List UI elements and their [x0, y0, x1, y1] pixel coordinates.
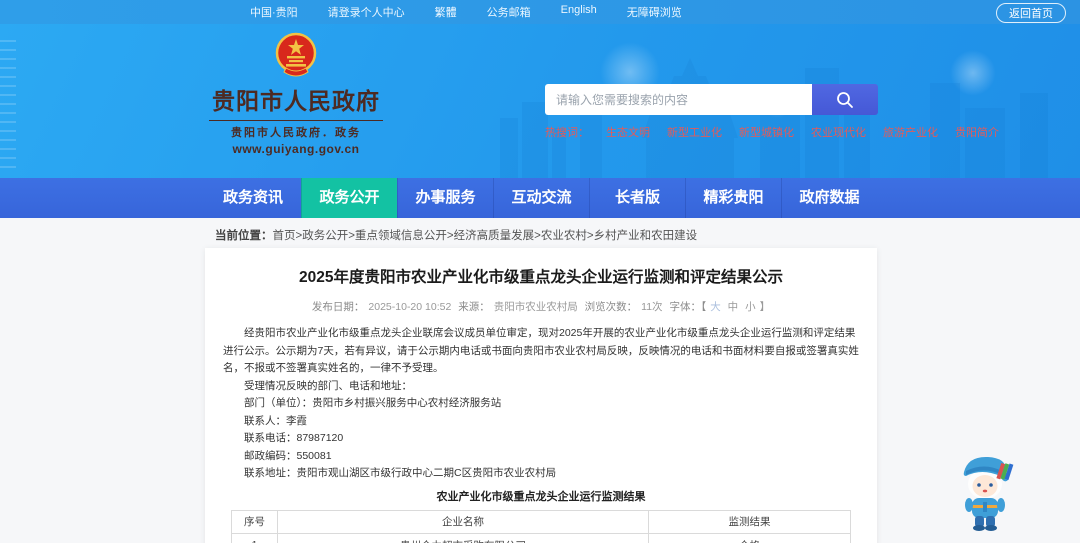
article-paragraph: 部门（单位）：贵阳市乡村振兴服务中心农村经济服务站	[244, 397, 502, 409]
nav-tab-5[interactable]: 长者版	[589, 178, 685, 218]
hot-search-word[interactable]: 新型城镇化	[739, 124, 794, 140]
publish-date-label: 发布日期：	[311, 301, 365, 313]
site-logo[interactable]: 贵阳市人民政府 贵阳市人民政府．政务 www.guiyang.gov.cn	[205, 32, 387, 156]
site-title: 贵阳市人民政府	[212, 88, 380, 114]
breadcrumb[interactable]: 当前位置：首页>政务公开>重点领域信息公开>经济高质量发展>农业农村>乡村产业和…	[215, 227, 697, 243]
topbar-link[interactable]: 请登录个人中心	[328, 4, 405, 20]
nav-tab-3[interactable]: 办事服务	[397, 178, 493, 218]
article-paragraph: 联系地址：贵阳市观山湖区市级行政中心二期C区贵阳市农业农村局	[244, 467, 557, 479]
main-nav-items: 政务资讯 政务公开 办事服务 互动交流 长者版 精彩贵阳 政府数据	[205, 178, 877, 218]
topbar-link[interactable]: 无障碍浏览	[627, 4, 682, 20]
table-cell: 贵州合力超市采购有限公司	[277, 532, 649, 543]
result-table-title: 农业产业化市级重点龙头企业运行监测结果	[436, 490, 646, 503]
mascot-icon	[963, 456, 1014, 531]
topbar-link[interactable]: 中国·贵阳	[250, 4, 298, 20]
article-card: 2025年度贵阳市农业产业化市级重点龙头企业运行监测和评定结果公示 发布日期： 2…	[205, 248, 877, 543]
article-paragraph: 联系人：李霞	[244, 414, 307, 427]
source-label: 来源：	[458, 301, 490, 313]
article-meta: 发布日期： 2025-10-20 10:52 来源： 贵阳市农业农村局 浏览次数： 1…	[219, 299, 863, 314]
logo-divider	[209, 120, 383, 121]
nav-tab-4[interactable]: 互动交流	[493, 178, 589, 218]
source-value: 贵阳市农业农村局	[493, 301, 578, 313]
topbar-links: 中国·贵阳 请登录个人中心 繁體 公务邮箱 English 无障碍浏览	[250, 4, 682, 20]
breadcrumb-path[interactable]: 首页>政务公开>重点领域信息公开>经济高质量发展>农业农村>乡村产业和农田建设	[273, 230, 698, 242]
hot-search-label: 热搜词：	[545, 127, 589, 139]
breadcrumb-label: 当前位置：	[215, 230, 273, 242]
hot-search-words: 生态文明 新型工业化 新型城镇化 农业现代化 旅游产业化 贵阳简介	[606, 124, 999, 140]
article-paragraph: 联系电话：87987120	[244, 432, 344, 444]
national-emblem-icon	[275, 32, 317, 77]
search-area: 热搜词： 生态文明 新型工业化 新型城镇化 农业现代化 旅游产业化 贵阳简介	[545, 84, 999, 140]
page: 中国·贵阳 请登录个人中心 繁體 公务邮箱 English 无障碍浏览 返回首页	[0, 0, 1080, 543]
views-value: 11次	[641, 301, 663, 313]
publish-date-value: 2025-10-20 10:52	[368, 301, 452, 313]
table-header-cell: 监测结果	[648, 509, 851, 534]
article-body: 经贵阳市农业产业化市级重点龙头企业联席会议成员单位审定，现对2025年开展的农业…	[223, 325, 859, 483]
search-icon	[837, 91, 853, 108]
table-header-cell: 企业名称	[277, 509, 649, 534]
topbar-link[interactable]: 公务邮箱	[487, 4, 531, 20]
nav-tab-7[interactable]: 政府数据	[781, 178, 877, 218]
article-paragraph: 经贵阳市农业产业化市级重点龙头企业联席会议成员单位审定，现对2025年开展的农业…	[223, 327, 859, 374]
table-cell: 合格	[648, 532, 851, 543]
main-nav: 政务资讯 政务公开 办事服务 互动交流 长者版 精彩贵阳 政府数据	[0, 178, 1080, 218]
site-subtitle: 贵阳市人民政府．政务	[231, 127, 361, 139]
search-input[interactable]	[545, 84, 812, 115]
font-size-large-button[interactable]: 大	[710, 301, 721, 313]
table-row: 1贵州合力超市采购有限公司合格	[231, 532, 851, 543]
hot-search-word[interactable]: 新型工业化	[667, 124, 722, 140]
hot-search-word[interactable]: 旅游产业化	[883, 124, 938, 140]
result-table: 序号企业名称监测结果 1贵州合力超市采购有限公司合格2贵州友禾种业有限公司合格3…	[231, 509, 851, 543]
font-size-suffix: 】	[759, 301, 771, 313]
top-utility-bar: 中国·贵阳 请登录个人中心 繁體 公务邮箱 English 无障碍浏览 返回首页	[0, 0, 1080, 24]
site-url: www.guiyang.gov.cn	[232, 142, 360, 156]
nav-tab-2[interactable]: 政务公开	[301, 178, 397, 218]
font-size-medium-button[interactable]: 中	[728, 301, 739, 313]
article-title: 2025年度贵阳市农业产业化市级重点龙头企业运行监测和评定结果公示	[299, 269, 783, 286]
hot-search-word[interactable]: 贵阳简介	[955, 124, 999, 140]
nav-tab-1[interactable]: 政务资讯	[205, 178, 301, 218]
article-paragraph: 邮政编码：550081	[244, 449, 332, 462]
article-paragraph: 受理情况反映的部门、电话和地址：	[244, 379, 412, 392]
nav-tab-6[interactable]: 精彩贵阳	[685, 178, 781, 218]
views-label: 浏览次数：	[584, 301, 638, 313]
hot-search-row: 热搜词： 生态文明 新型工业化 新型城镇化 农业现代化 旅游产业化 贵阳简介	[545, 124, 999, 140]
table-cell: 1	[231, 532, 278, 543]
banner-stripe-decoration	[0, 40, 16, 170]
font-size-small-button[interactable]: 小	[745, 301, 756, 313]
return-home-button[interactable]: 返回首页	[996, 3, 1066, 23]
topbar-link[interactable]: English	[561, 4, 597, 20]
content-area: 当前位置：首页>政务公开>重点领域信息公开>经济高质量发展>农业农村>乡村产业和…	[0, 218, 1080, 543]
table-header-cell: 序号	[231, 509, 278, 534]
site-banner: 贵阳市人民政府 贵阳市人民政府．政务 www.guiyang.gov.cn 热搜…	[0, 24, 1080, 178]
search-button[interactable]	[812, 84, 878, 115]
mascot-assistant[interactable]	[954, 450, 1016, 537]
hot-search-word[interactable]: 农业现代化	[811, 124, 866, 140]
table-header-row: 序号 企业名称 监测结果	[231, 509, 851, 534]
topbar-link[interactable]: 繁體	[435, 4, 457, 20]
hot-search-word[interactable]: 生态文明	[606, 124, 650, 140]
font-size-label: 字体：【	[669, 301, 707, 313]
